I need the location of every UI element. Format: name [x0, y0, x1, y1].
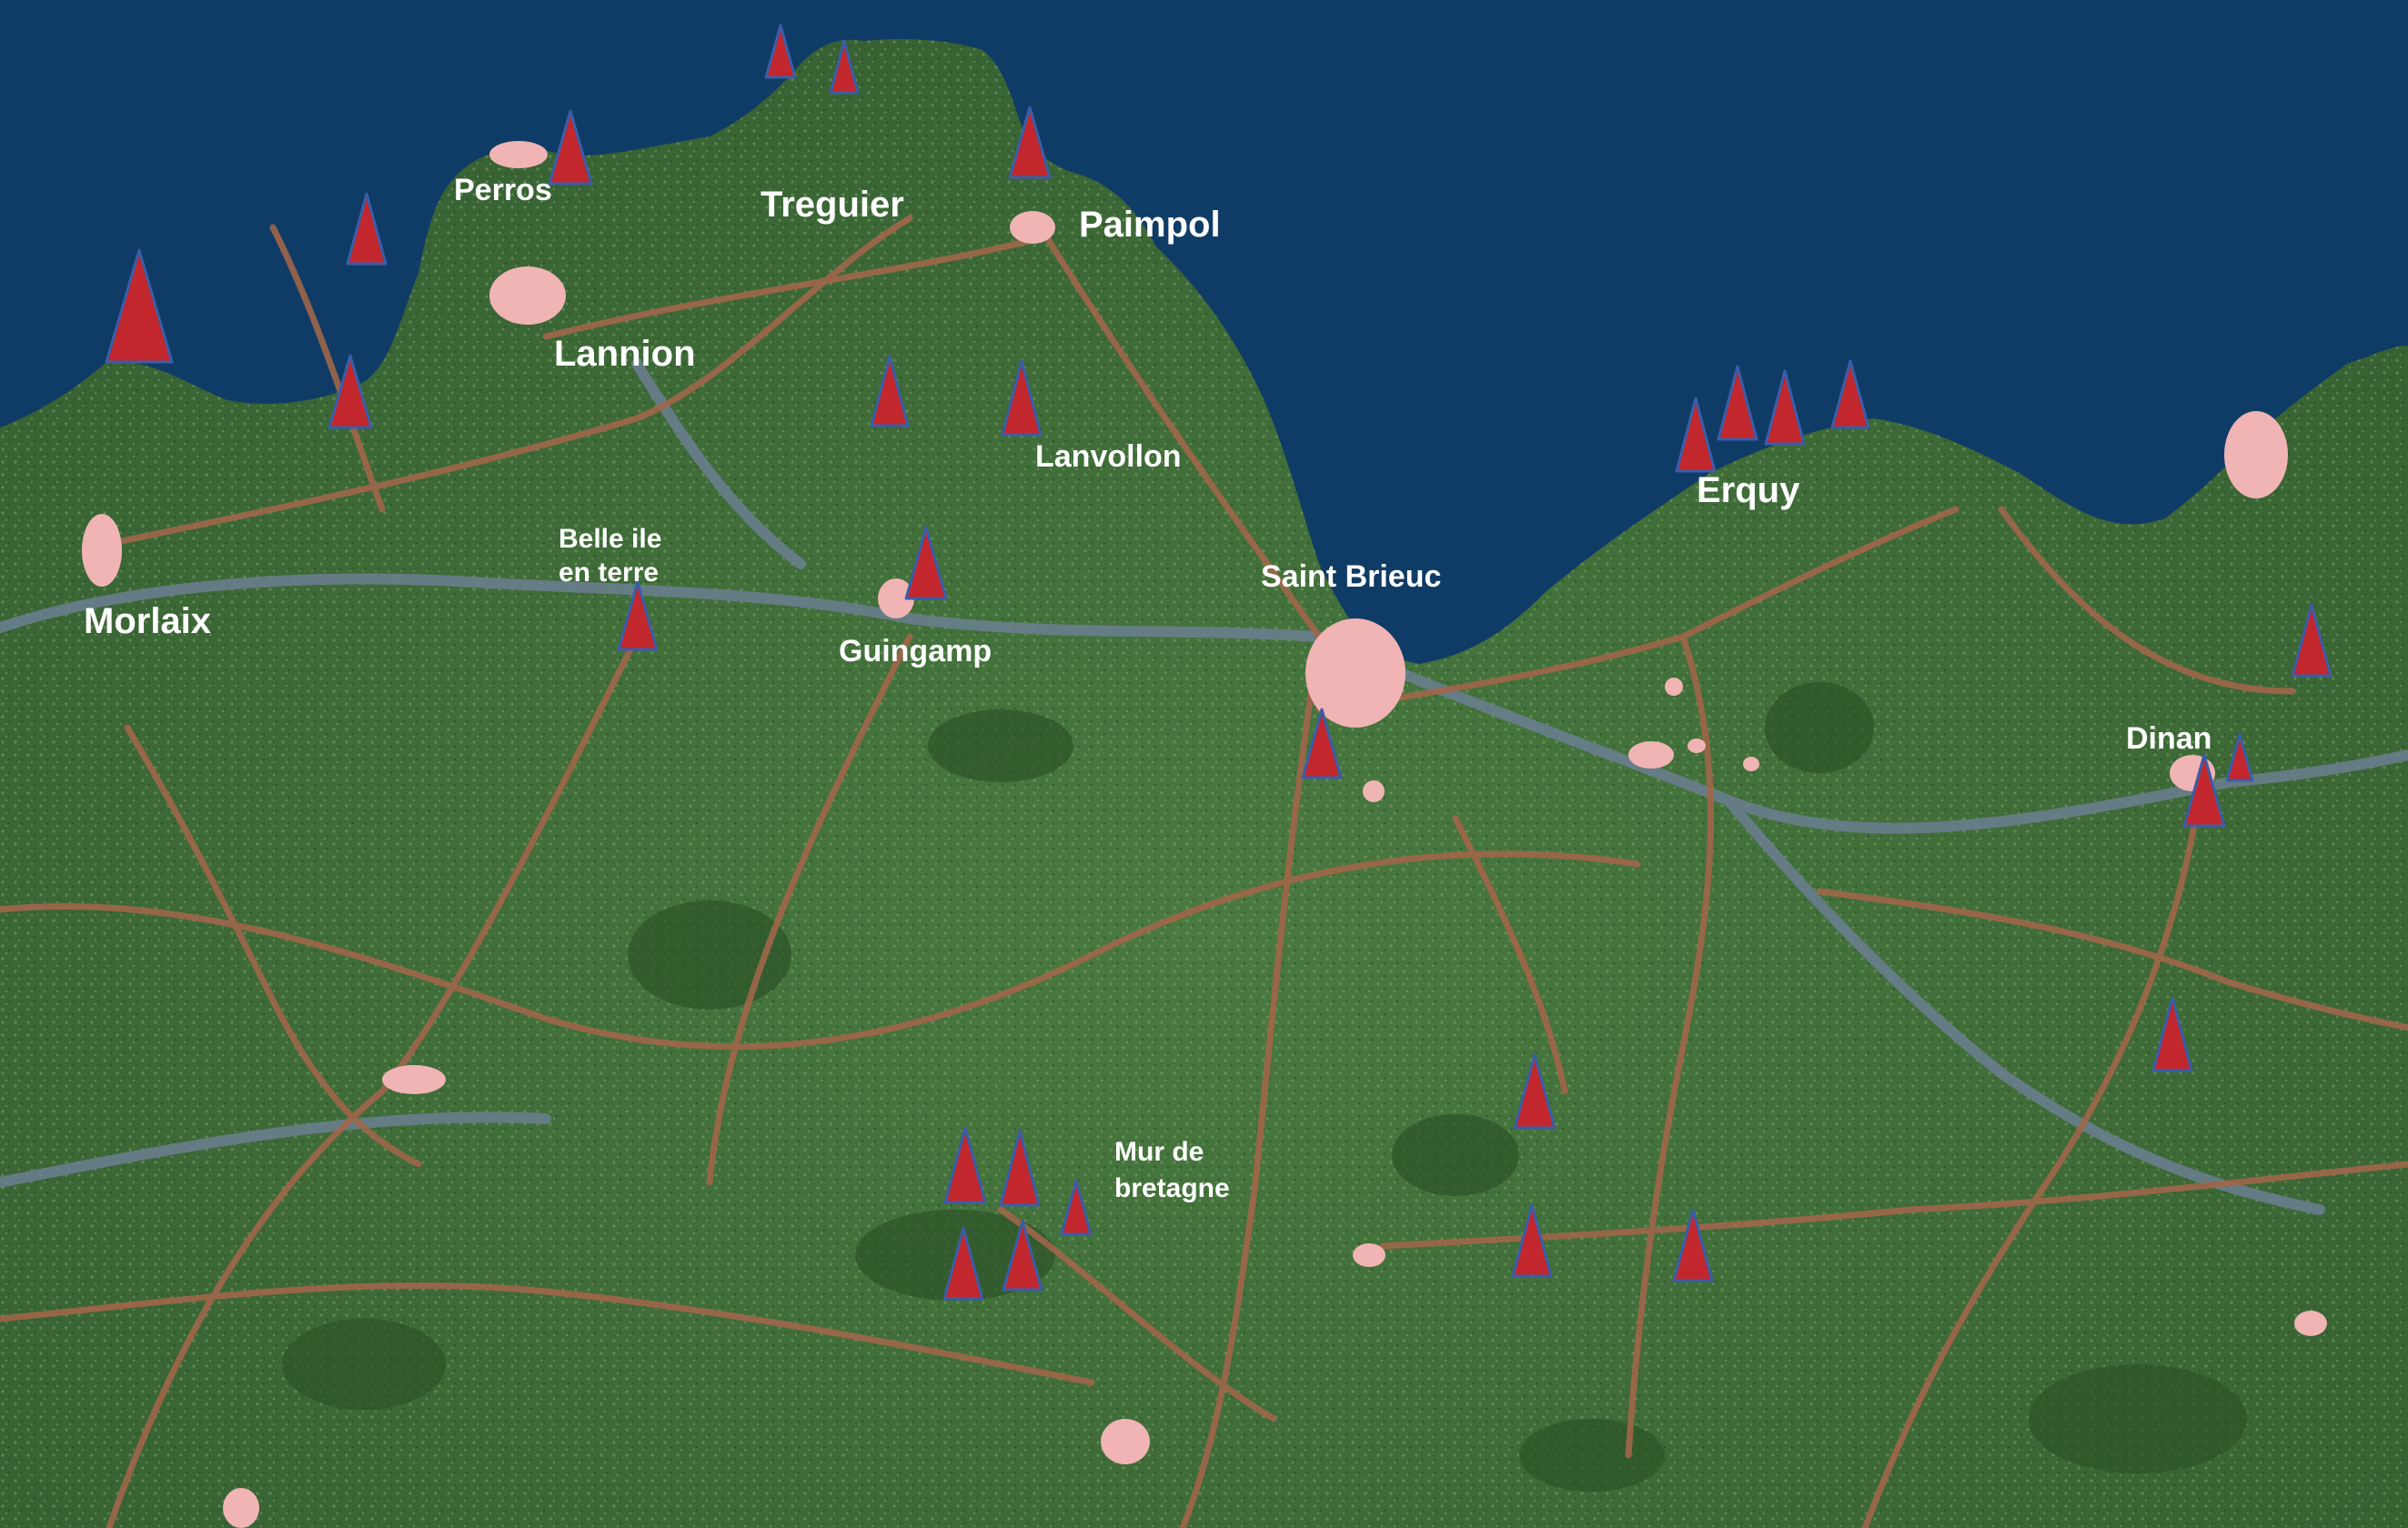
- city-label-dinan: Dinan: [2126, 721, 2212, 756]
- city-label-saint-brieuc: Saint Brieuc: [1261, 559, 1441, 594]
- city-label-belle-ile-line2: en terre: [559, 558, 659, 588]
- city-label-lanvollon: Lanvollon: [1035, 439, 1182, 474]
- city-label-guingamp: Guingamp: [839, 634, 992, 668]
- city-label-morlaix: Morlaix: [84, 601, 211, 641]
- city-label-belle-ile-line1: Belle ile: [559, 524, 661, 554]
- city-label-treguier: Treguier: [761, 185, 904, 225]
- city-label-paimpol: Paimpol: [1079, 205, 1221, 245]
- city-label-lannion: Lannion: [554, 334, 696, 374]
- city-label-erquy: Erquy: [1697, 470, 1800, 510]
- city-label-perros: Perros: [454, 173, 552, 207]
- city-label-mur-line2: bretagne: [1114, 1173, 1230, 1203]
- city-label-mur-line1: Mur de: [1114, 1137, 1204, 1167]
- map: Perros Treguier Paimpol Lannion Lanvollo…: [0, 0, 2408, 1528]
